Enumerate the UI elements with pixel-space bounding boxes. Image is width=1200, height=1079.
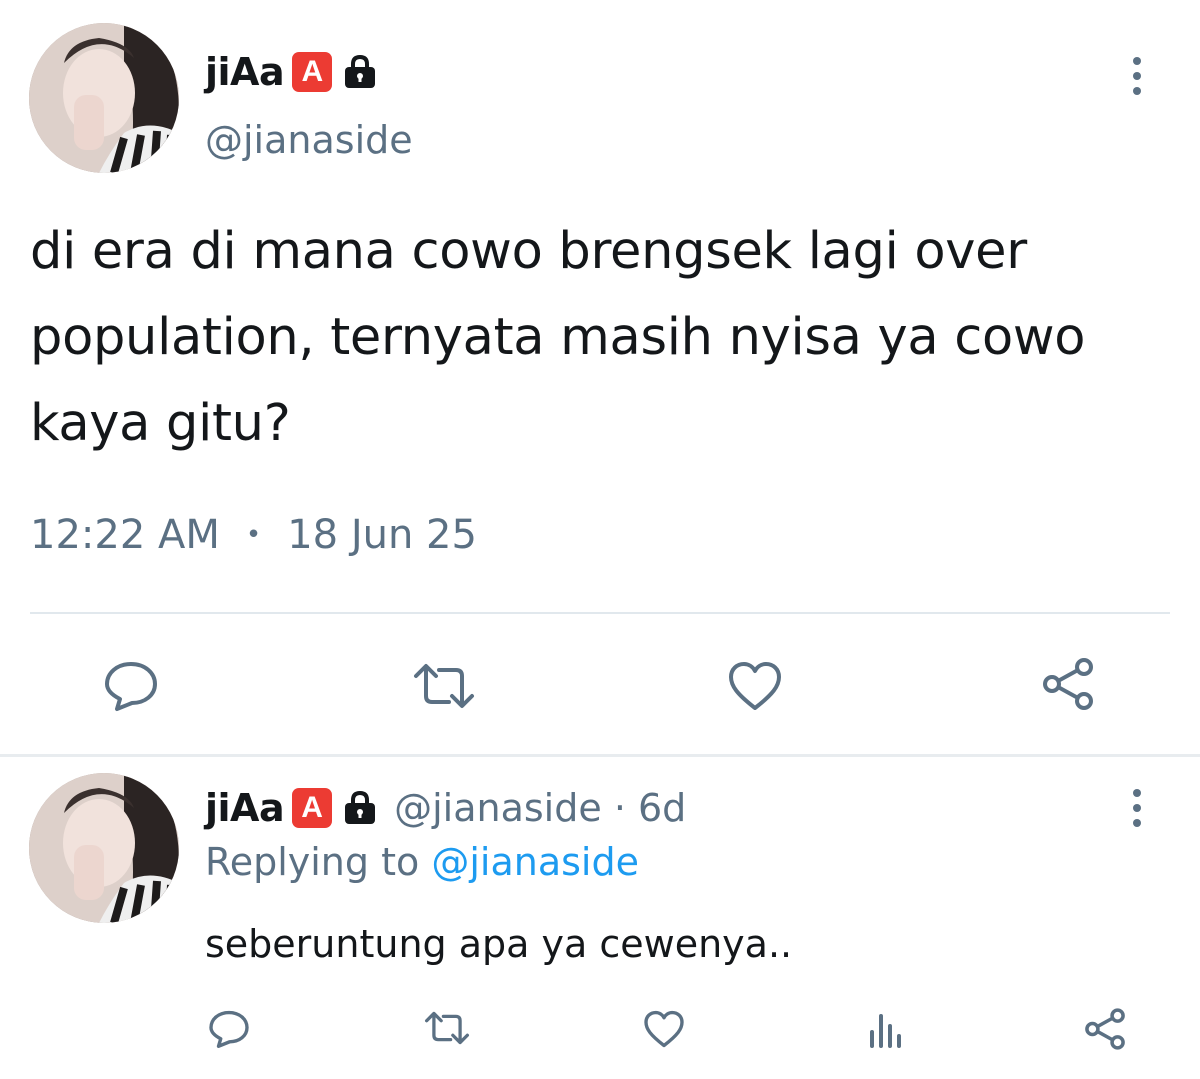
analytics-icon[interactable] [866,1010,906,1050]
avatar[interactable] [29,773,179,923]
tweet-text-line: population, ternyata masih nyisa ya cowo [30,308,1086,367]
replying-to: Replying to @jianaside [205,840,639,884]
divider [30,612,1170,614]
more-options-icon[interactable] [1133,789,1141,827]
tweet-separator [0,754,1200,757]
tweet-text-line: di era di mana cowo brengsek lagi over [30,222,1027,281]
retweet-icon[interactable] [423,1010,471,1046]
share-icon[interactable] [1040,656,1096,712]
reply-icon[interactable] [103,660,159,712]
handle[interactable]: @jianaside [205,118,413,162]
like-icon[interactable] [643,1009,685,1049]
retweet-icon[interactable] [411,662,477,710]
timestamp-row: 12:22 AM • 18 Jun 25 [30,512,477,558]
lock-icon [340,788,380,828]
display-name-row: jiAa A [205,50,380,94]
reply-icon[interactable] [208,1009,250,1049]
replying-to-label: Replying to [205,840,420,884]
display-name[interactable]: jiAa [205,786,285,830]
avatar-photo [29,23,179,173]
like-icon[interactable] [727,660,783,712]
display-name[interactable]: jiAa [205,50,285,94]
replying-to-link[interactable]: @jianaside [431,840,639,884]
more-options-icon[interactable] [1133,57,1141,95]
share-icon[interactable] [1083,1007,1127,1051]
handle-age[interactable]: @jianaside · 6d [394,786,686,830]
tweet-date[interactable]: 18 Jun 25 [287,512,477,558]
separator-dot: • [245,520,262,550]
avatar-photo [29,773,179,923]
reply-header: jiAa A @jianaside · 6d [205,786,686,830]
tweet-text: di era di mana cowo brengsek lagi over p… [30,209,1086,467]
reply-text: seberuntung apa ya cewenya.. [205,922,793,966]
letter-a-badge-icon: A [292,788,333,828]
avatar[interactable] [29,23,179,173]
letter-a-badge-icon: A [292,52,333,92]
tweet-text-line: kaya gitu? [30,394,291,453]
tweet-time[interactable]: 12:22 AM [30,512,220,558]
lock-icon [340,52,380,92]
